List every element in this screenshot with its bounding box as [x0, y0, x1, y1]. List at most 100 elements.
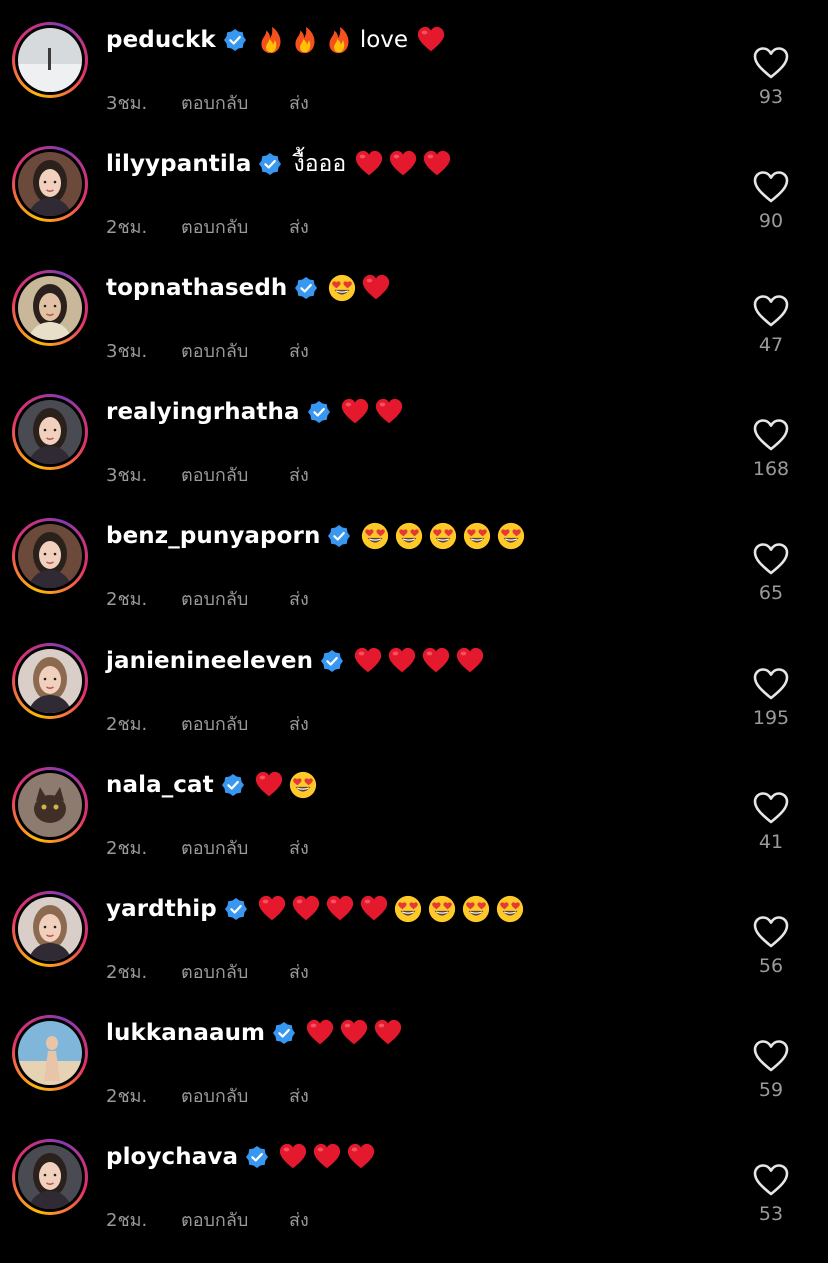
- like-count: 41: [758, 830, 784, 853]
- comment-text: [327, 273, 395, 303]
- like-count: 59: [758, 1078, 784, 1101]
- comment-header: peduckk love: [106, 22, 450, 58]
- avatar-image: [18, 28, 82, 92]
- like-count: 93: [758, 86, 784, 108]
- username-link[interactable]: lukkanaaum: [106, 1020, 265, 1046]
- like-count: 90: [758, 210, 784, 233]
- username-link[interactable]: lilyypantila: [106, 151, 251, 177]
- timestamp: 2ชม.: [106, 1085, 148, 1107]
- avatar-border: [15, 893, 85, 964]
- avatar[interactable]: [12, 394, 88, 471]
- heart-outline-icon[interactable]: [752, 294, 790, 328]
- comment-text: [340, 397, 408, 427]
- red-heart-emoji: [339, 1018, 373, 1048]
- red-heart-emoji: [257, 894, 291, 924]
- heart-outline-icon[interactable]: [752, 418, 790, 452]
- red-heart-emoji: [305, 1018, 339, 1048]
- reply-button[interactable]: ตอบกลับ: [181, 709, 248, 738]
- comment-header: janienineeleven: [106, 643, 489, 679]
- avatar[interactable]: [12, 642, 88, 719]
- reply-button[interactable]: ตอบกลับ: [181, 1205, 248, 1234]
- send-button[interactable]: ส่ง: [289, 212, 309, 241]
- send-button[interactable]: ส่ง: [289, 1081, 309, 1110]
- reply-button[interactable]: ตอบกลับ: [181, 460, 248, 489]
- like-count: 56: [758, 954, 784, 977]
- verified-badge-icon: [214, 773, 254, 796]
- verified-badge-icon: [251, 153, 291, 176]
- send-button[interactable]: ส่ง: [289, 957, 309, 986]
- red-heart-emoji: [421, 646, 455, 676]
- reply-button[interactable]: ตอบกลับ: [181, 957, 248, 986]
- verified-badge-icon: [287, 277, 327, 300]
- heart-eyes-emoji: [461, 894, 495, 924]
- red-heart-emoji: [373, 1018, 407, 1048]
- avatar[interactable]: [12, 766, 88, 843]
- red-heart-emoji: [387, 646, 421, 676]
- avatar[interactable]: [12, 22, 88, 98]
- avatar-image: [18, 524, 82, 589]
- avatar-border: [15, 521, 85, 592]
- comment-header: realyingrhatha: [106, 394, 408, 430]
- avatar[interactable]: [12, 1014, 88, 1091]
- heart-outline-icon[interactable]: [752, 667, 790, 701]
- avatar-image: [18, 772, 82, 837]
- heart-outline-icon[interactable]: [752, 791, 790, 825]
- reply-button[interactable]: ตอบกลับ: [181, 1081, 248, 1110]
- username-link[interactable]: yardthip: [106, 896, 217, 922]
- username-link[interactable]: topnathasedh: [106, 275, 287, 301]
- avatar-image: [18, 400, 82, 465]
- comment-header: lukkanaaum: [106, 1015, 407, 1051]
- avatar-image: [18, 896, 82, 961]
- reply-button[interactable]: ตอบกลับ: [181, 584, 248, 613]
- like-count: 168: [752, 458, 790, 481]
- avatar[interactable]: [12, 270, 88, 347]
- heart-outline-icon[interactable]: [752, 170, 790, 204]
- send-button[interactable]: ส่ง: [289, 1205, 309, 1234]
- comment-item: lilyypantila งื้อออ 2ชม. ตอบกลับ ส่ง 90: [0, 146, 828, 270]
- username-link[interactable]: benz_punyaporn: [106, 523, 320, 549]
- comment-item: ploychava 2ชม. ตอบกลับ ส่ง 53: [0, 1138, 828, 1263]
- heart-eyes-emoji: [327, 273, 361, 303]
- send-button[interactable]: ส่ง: [289, 88, 309, 117]
- reply-button[interactable]: ตอบกลับ: [181, 88, 248, 117]
- comment-item: benz_punyaporn 2ชม. ตอบกลับ ส่ง 65: [0, 518, 828, 642]
- red-heart-emoji: [353, 646, 387, 676]
- heart-outline-icon[interactable]: [752, 46, 790, 80]
- reply-button[interactable]: ตอบกลับ: [181, 336, 248, 365]
- red-heart-emoji: [388, 149, 422, 179]
- send-button[interactable]: ส่ง: [289, 460, 309, 489]
- avatar[interactable]: [12, 518, 88, 595]
- comment-text: [353, 646, 489, 676]
- heart-outline-icon[interactable]: [752, 542, 790, 576]
- verified-badge-icon: [320, 525, 360, 548]
- avatar-border: [15, 769, 85, 840]
- comment-header: yardthip: [106, 891, 529, 927]
- reply-button[interactable]: ตอบกลับ: [181, 833, 248, 862]
- timestamp: 2ชม.: [106, 961, 148, 983]
- avatar[interactable]: [12, 890, 88, 967]
- heart-outline-icon[interactable]: [752, 1039, 790, 1073]
- send-button[interactable]: ส่ง: [289, 584, 309, 613]
- verified-badge-icon: [300, 401, 340, 424]
- username-link[interactable]: realyingrhatha: [106, 399, 300, 425]
- reply-button[interactable]: ตอบกลับ: [181, 212, 248, 241]
- send-button[interactable]: ส่ง: [289, 709, 309, 738]
- avatar[interactable]: [12, 1138, 88, 1215]
- username-link[interactable]: janienineeleven: [106, 648, 313, 674]
- send-button[interactable]: ส่ง: [289, 833, 309, 862]
- timestamp: 2ชม.: [106, 1209, 148, 1231]
- avatar-border: [15, 645, 85, 716]
- send-button[interactable]: ส่ง: [289, 336, 309, 365]
- avatar-border: [15, 273, 85, 344]
- heart-eyes-emoji: [495, 894, 529, 924]
- verified-badge-icon: [313, 649, 353, 672]
- username-link[interactable]: ploychava: [106, 1144, 238, 1170]
- timestamp: 3ชม.: [106, 341, 148, 363]
- heart-outline-icon[interactable]: [752, 1163, 790, 1197]
- red-heart-emoji: [325, 894, 359, 924]
- username-link[interactable]: nala_cat: [106, 772, 214, 798]
- heart-outline-icon[interactable]: [752, 915, 790, 949]
- red-heart-emoji: [312, 1142, 346, 1172]
- username-link[interactable]: peduckk: [106, 27, 216, 53]
- avatar[interactable]: [12, 146, 88, 223]
